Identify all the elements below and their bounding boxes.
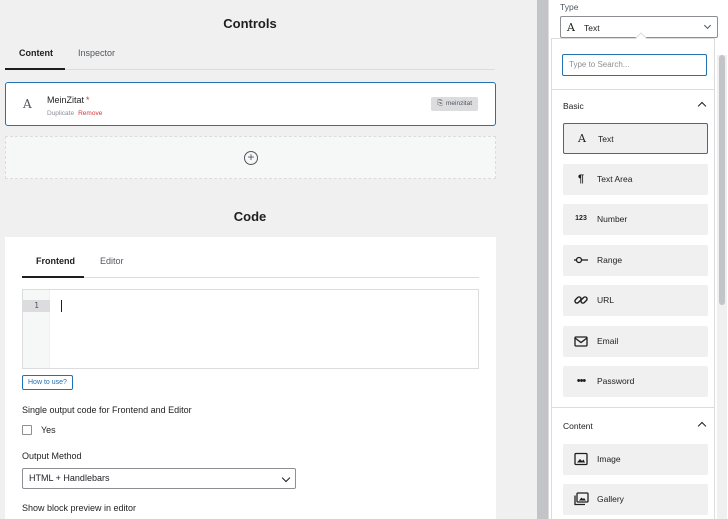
output-method-select[interactable]: HTML + Handlebars <box>22 468 296 489</box>
type-panel: Type A Text Type to Search... Basic A Te… <box>548 0 728 519</box>
type-item-text-area[interactable]: ¶ Text Area <box>563 164 708 195</box>
text-a-icon: A <box>23 97 32 111</box>
type-item-label: Range <box>597 255 623 265</box>
type-item-label: URL <box>597 295 615 305</box>
chevron-down-icon <box>281 473 291 483</box>
code-panel: Frontend Editor 1 How to use? Single out… <box>5 237 496 519</box>
text-cursor <box>61 300 62 312</box>
divider <box>552 407 714 408</box>
panel-divider <box>537 0 548 519</box>
tab-editor[interactable]: Editor <box>100 256 124 266</box>
main-area: Controls Content Inspector A MeinZitat * … <box>0 0 537 519</box>
type-item-label: Email <box>597 336 619 346</box>
type-item-label: Text Area <box>597 174 633 184</box>
code-title: Code <box>233 209 267 224</box>
yes-label: Yes <box>41 425 56 435</box>
output-method-label: Output Method <box>22 451 82 461</box>
output-method-value: HTML + Handlebars <box>29 473 110 483</box>
type-item-label: Number <box>597 214 628 224</box>
link-icon <box>573 293 589 307</box>
type-item-image[interactable]: Image <box>563 444 708 475</box>
slug-badge[interactable]: ⎘ meinzitat <box>431 97 478 111</box>
collapse-caret-icon[interactable] <box>697 101 707 111</box>
single-output-label: Single output code for Frontend and Edit… <box>22 405 192 415</box>
type-item-url[interactable]: URL <box>563 285 708 316</box>
group-basic-title: Basic <box>563 101 584 111</box>
line-number: 1 <box>23 300 50 312</box>
controls-title: Controls <box>223 16 277 31</box>
tab-content[interactable]: Content <box>19 48 53 58</box>
type-item-number[interactable]: 123 Number <box>563 204 708 235</box>
divider <box>552 89 714 90</box>
group-content-title: Content <box>563 421 593 431</box>
active-tab-indicator <box>22 276 84 278</box>
add-control-area[interactable]: + <box>5 136 496 179</box>
type-item-text[interactable]: A Text <box>563 123 708 154</box>
code-editor[interactable]: 1 <box>22 289 479 369</box>
type-item-email[interactable]: Email <box>563 326 708 357</box>
active-tab-indicator <box>5 68 65 70</box>
dropdown-scrollbar[interactable] <box>717 55 727 519</box>
show-preview-label: Show block preview in editor <box>22 503 137 513</box>
how-to-use-button[interactable]: How to use? <box>22 375 73 390</box>
code-tabs: Frontend Editor <box>22 250 479 278</box>
type-select-value: Text <box>584 23 600 33</box>
type-item-password[interactable]: ••• Password <box>563 366 708 397</box>
single-output-checkbox[interactable] <box>22 425 32 435</box>
control-item[interactable]: A MeinZitat * Duplicate Remove ⎘ meinzitat <box>5 82 496 126</box>
scrollbar-thumb[interactable] <box>719 55 725 305</box>
password-dots-icon: ••• <box>576 375 587 387</box>
duplicate-link[interactable]: Duplicate <box>47 110 74 117</box>
tab-inspector[interactable]: Inspector <box>78 48 115 58</box>
envelope-icon <box>573 334 589 348</box>
required-marker: * <box>86 95 90 105</box>
slug-text: meinzitat <box>445 100 472 107</box>
remove-link[interactable]: Remove <box>78 110 102 117</box>
type-item-label: Gallery <box>597 494 624 504</box>
control-name: MeinZitat <box>47 95 85 105</box>
chevron-down-icon <box>703 21 712 30</box>
range-slider-icon <box>573 253 589 267</box>
type-item-label: Text <box>598 134 614 144</box>
text-a-icon: A <box>567 21 575 34</box>
type-item-range[interactable]: Range <box>563 245 708 276</box>
image-icon <box>573 452 589 466</box>
collapse-caret-icon[interactable] <box>697 421 707 431</box>
gallery-icon <box>573 492 589 506</box>
type-item-gallery[interactable]: Gallery <box>563 484 708 515</box>
number-123-icon: 123 <box>575 215 587 222</box>
type-search-input[interactable]: Type to Search... <box>562 54 707 76</box>
copy-icon: ⎘ <box>437 100 443 107</box>
text-a-icon: A <box>578 132 586 145</box>
type-dropdown: Type to Search... Basic A Text ¶ Text Ar… <box>551 32 715 519</box>
add-circle-icon[interactable]: + <box>244 151 258 165</box>
type-item-label: Password <box>597 376 635 386</box>
controls-tabs: Content Inspector <box>5 40 495 70</box>
pilcrow-icon: ¶ <box>577 173 585 185</box>
type-item-label: Image <box>597 454 621 464</box>
type-label: Type <box>560 2 579 12</box>
tab-frontend[interactable]: Frontend <box>36 256 75 266</box>
